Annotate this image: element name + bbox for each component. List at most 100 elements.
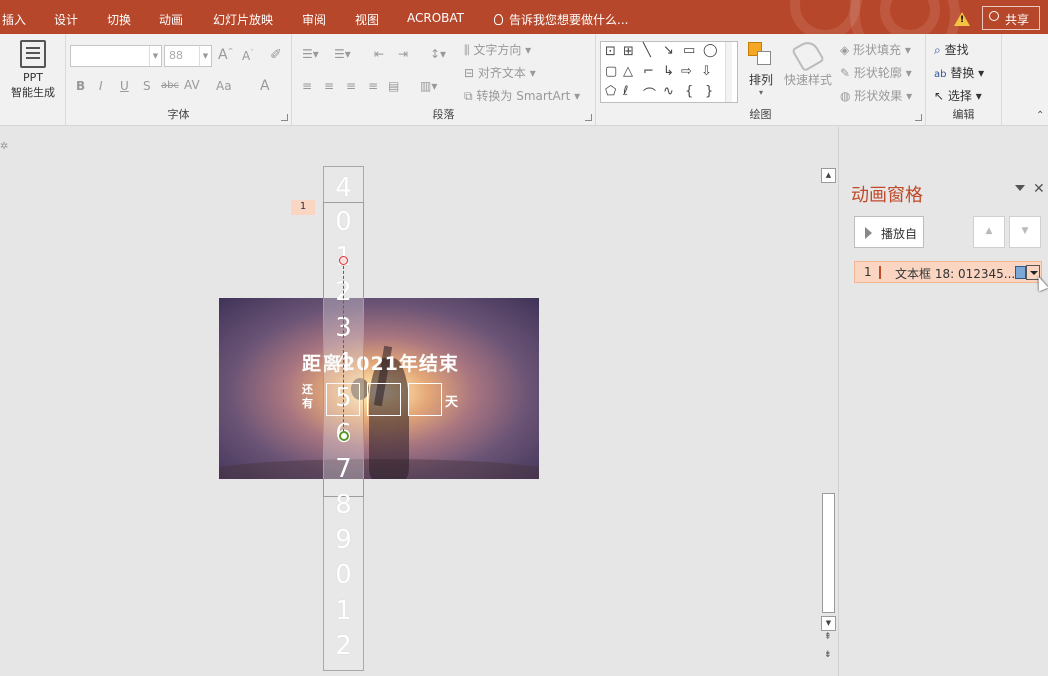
- scroll-up-icon[interactable]: ▲: [821, 168, 836, 183]
- shape-fill-button[interactable]: ◈ 形状填充 ▾: [840, 41, 911, 58]
- replace-button[interactable]: ab 替换 ▾: [934, 64, 984, 81]
- rectangle-icon[interactable]: ▭: [683, 43, 695, 58]
- tab-design[interactable]: 设计: [54, 11, 78, 28]
- align-text-button[interactable]: ⊟ 对齐文本 ▾: [464, 64, 536, 81]
- arrange-label: 排列: [748, 73, 773, 87]
- cursor-icon: ↖: [934, 89, 945, 103]
- ppt-label-2: 智能生成: [11, 86, 55, 99]
- scroll-down-icon[interactable]: ▼: [821, 616, 836, 631]
- distributed-icon[interactable]: ▤: [388, 79, 399, 93]
- increase-indent-icon[interactable]: ⇥: [398, 47, 408, 61]
- tab-transitions[interactable]: 切换: [107, 11, 131, 28]
- gallery-down-icon[interactable]: [725, 62, 732, 82]
- close-icon[interactable]: ✕: [1033, 181, 1045, 197]
- font-name-combo[interactable]: ▼: [70, 45, 162, 67]
- curve-icon[interactable]: ∿: [663, 84, 674, 99]
- tab-view[interactable]: 视图: [355, 11, 379, 28]
- animation-order-tag[interactable]: 1: [291, 200, 315, 215]
- arrow-line-icon[interactable]: ↘: [663, 43, 674, 58]
- dialog-launcher-icon[interactable]: [281, 114, 288, 121]
- triangle-icon[interactable]: △: [623, 64, 633, 79]
- gallery-more-icon[interactable]: [725, 82, 732, 102]
- shadow-icon[interactable]: S: [143, 79, 151, 93]
- shrink-font-icon[interactable]: Aˇ: [242, 49, 254, 63]
- tab-slideshow[interactable]: 幻灯片放映: [213, 11, 273, 28]
- right-arrow-icon[interactable]: ⇨: [681, 64, 692, 79]
- prev-slide-icon[interactable]: ⇞: [824, 632, 832, 642]
- bold-icon[interactable]: B: [76, 79, 85, 93]
- clear-format-icon[interactable]: ✐: [270, 47, 282, 63]
- arrange-button[interactable]: 排列 ▾: [744, 40, 778, 102]
- vertical-textbox-icon[interactable]: ⊞: [623, 44, 634, 59]
- columns-icon[interactable]: ▥▾: [420, 79, 437, 93]
- arc-icon[interactable]: ⌒: [643, 84, 656, 103]
- move-down-button[interactable]: ▼: [1009, 216, 1041, 248]
- scroll-thumb[interactable]: [822, 493, 835, 613]
- rounded-rect-icon[interactable]: ▢: [605, 64, 617, 79]
- select-button[interactable]: ↖ 选择 ▾: [934, 87, 982, 104]
- shape-fill-label: 形状填充: [853, 43, 902, 57]
- bullets-icon[interactable]: ☰▾: [302, 47, 319, 61]
- vertical-scrollbar[interactable]: ▲ ▼ ⇞: [821, 168, 836, 642]
- play-from-button[interactable]: 播放自: [854, 216, 924, 248]
- elbow-icon[interactable]: ⌐: [643, 64, 654, 79]
- slide-day-label[interactable]: 天: [445, 391, 458, 410]
- font-color-icon[interactable]: A: [260, 78, 270, 94]
- change-case-icon[interactable]: Aa: [216, 79, 232, 93]
- digit-box[interactable]: [367, 383, 401, 416]
- motion-path-start-icon[interactable]: [339, 256, 348, 265]
- dialog-launcher-icon[interactable]: [585, 114, 592, 121]
- elbow-arrow-icon[interactable]: ↳: [663, 64, 674, 79]
- motion-path-line[interactable]: [343, 261, 344, 437]
- tab-acrobat[interactable]: ACROBAT: [407, 11, 464, 25]
- strikethrough-icon[interactable]: abc: [161, 80, 179, 91]
- numbering-icon[interactable]: ☰▾: [334, 47, 351, 61]
- quick-styles-button[interactable]: 快速样式: [782, 37, 834, 102]
- dialog-launcher-icon[interactable]: [915, 114, 922, 121]
- tab-review[interactable]: 审阅: [302, 11, 326, 28]
- next-slide-icon[interactable]: ⇟: [824, 650, 832, 660]
- oval-icon[interactable]: ◯: [703, 43, 718, 58]
- text-direction-button[interactable]: ⫼ 文字方向 ▾: [464, 41, 531, 58]
- decrease-indent-icon[interactable]: ⇤: [374, 47, 384, 61]
- replace-label: 替换: [950, 66, 975, 80]
- font-size-combo[interactable]: 88 ▼: [164, 45, 212, 67]
- gallery-up-icon[interactable]: [725, 42, 732, 62]
- align-left-icon[interactable]: ≡: [302, 79, 312, 93]
- brace-right-icon[interactable]: }: [705, 84, 713, 99]
- ppt-generate-button[interactable]: PPT 智能生成: [6, 40, 60, 106]
- font-group-label: 字体: [167, 108, 190, 121]
- tell-me-box[interactable]: 告诉我您想要做什么...: [494, 11, 628, 28]
- italic-icon[interactable]: I: [99, 79, 103, 93]
- align-right-icon[interactable]: ≡: [346, 79, 356, 93]
- line-spacing-icon[interactable]: ↕▾: [430, 47, 446, 61]
- find-button[interactable]: ⌕ 查找: [934, 41, 969, 58]
- line-icon[interactable]: ╲: [643, 43, 651, 58]
- freeform-icon[interactable]: ⬠: [605, 84, 616, 99]
- shape-effects-button[interactable]: ◍ 形状效果 ▾: [840, 87, 912, 104]
- justify-icon[interactable]: ≡: [368, 79, 378, 93]
- digit-box[interactable]: [408, 383, 442, 416]
- animation-list-item[interactable]: 1 文本框 18: 012345...: [854, 261, 1042, 283]
- move-up-button[interactable]: ▲: [973, 216, 1005, 248]
- pane-menu-icon[interactable]: [1015, 185, 1025, 191]
- scribble-icon[interactable]: ℓ: [623, 84, 628, 99]
- down-arrow-icon[interactable]: ⇩: [701, 64, 712, 79]
- textbox-icon[interactable]: ⊡: [605, 44, 616, 59]
- grow-font-icon[interactable]: A^: [218, 47, 233, 63]
- shapes-gallery[interactable]: ⊡ ⊞ ╲ ↘ ▭ ◯ ▢ △ ⌐ ↳ ⇨ ⇩ ⬠ ℓ ⌒ ∿ { }: [600, 41, 738, 103]
- shape-outline-button[interactable]: ✎ 形状轮廓 ▾: [840, 64, 912, 81]
- warning-icon[interactable]: !: [954, 12, 970, 26]
- tab-animations[interactable]: 动画: [159, 11, 183, 28]
- brace-left-icon[interactable]: {: [685, 84, 693, 99]
- slide-still-label[interactable]: 还有: [302, 383, 316, 411]
- tab-insert[interactable]: 插入: [2, 11, 26, 28]
- underline-icon[interactable]: U: [120, 79, 129, 93]
- collapse-ribbon-icon[interactable]: ⌃: [1036, 110, 1044, 121]
- decoration-circle: [880, 0, 940, 34]
- char-spacing-icon[interactable]: AV: [184, 78, 200, 92]
- share-button[interactable]: 共享: [982, 6, 1040, 30]
- motion-path-end-icon[interactable]: [339, 431, 349, 441]
- smartart-button[interactable]: ⧉ 转换为 SmartArt ▾: [464, 87, 580, 104]
- align-center-icon[interactable]: ≡: [324, 79, 334, 93]
